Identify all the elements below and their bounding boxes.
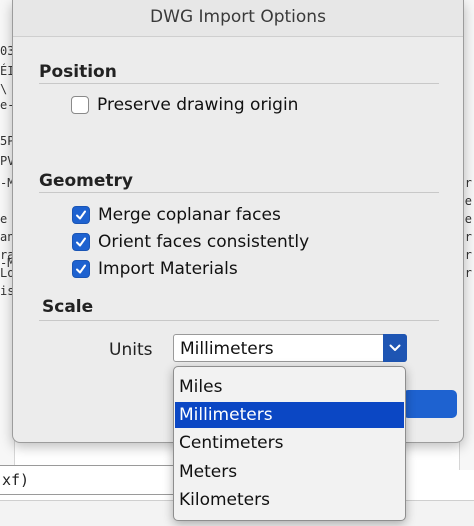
merge-coplanar-label: Merge coplanar faces bbox=[98, 205, 281, 225]
units-option-kilometers[interactable]: Kilometers bbox=[175, 487, 404, 513]
scale-heading: Scale bbox=[42, 297, 94, 317]
import-materials-checkbox-row[interactable]: Import Materials bbox=[72, 259, 238, 279]
import-materials-checkbox[interactable] bbox=[72, 260, 90, 278]
geometry-heading: Geometry bbox=[39, 171, 133, 191]
merge-coplanar-checkbox-row[interactable]: Merge coplanar faces bbox=[72, 205, 281, 225]
ok-button[interactable] bbox=[403, 390, 457, 418]
units-option-millimeters[interactable]: Millimeters bbox=[175, 402, 404, 428]
background-text-field[interactable]: xf) bbox=[0, 465, 186, 495]
preserve-origin-checkbox-row[interactable]: Preserve drawing origin bbox=[71, 95, 298, 115]
units-option-centimeters[interactable]: Centimeters bbox=[175, 430, 404, 456]
bg-text: r bbox=[464, 266, 472, 280]
checkmark-icon bbox=[76, 237, 86, 247]
units-select[interactable]: Millimeters bbox=[173, 334, 407, 362]
section-divider bbox=[39, 320, 439, 321]
units-option-miles[interactable]: Miles bbox=[175, 374, 404, 400]
checkmark-icon bbox=[76, 210, 86, 220]
bg-text: r bbox=[464, 230, 472, 244]
bg-text: e bbox=[0, 212, 8, 226]
units-label: Units bbox=[109, 340, 153, 360]
bg-field-text: xf) bbox=[2, 471, 30, 489]
section-divider bbox=[39, 83, 439, 84]
orient-faces-checkbox[interactable] bbox=[72, 233, 90, 251]
bg-text: r bbox=[464, 176, 472, 190]
orient-faces-label: Orient faces consistently bbox=[98, 232, 310, 252]
units-dropdown-menu: Miles Millimeters Centimeters Meters Kil… bbox=[173, 366, 406, 521]
preserve-origin-label: Preserve drawing origin bbox=[97, 95, 299, 115]
preserve-origin-checkbox[interactable] bbox=[71, 96, 89, 114]
units-select-value: Millimeters bbox=[180, 339, 274, 359]
import-materials-label: Import Materials bbox=[98, 259, 238, 279]
units-option-meters[interactable]: Meters bbox=[175, 459, 404, 485]
position-heading: Position bbox=[39, 62, 117, 82]
bg-text: e bbox=[464, 212, 472, 226]
dialog-title: DWG Import Options bbox=[13, 0, 463, 37]
bg-text: \ bbox=[0, 82, 8, 96]
checkmark-icon bbox=[76, 264, 86, 274]
section-divider bbox=[39, 192, 439, 193]
orient-faces-checkbox-row[interactable]: Orient faces consistently bbox=[72, 232, 309, 252]
bg-text: e bbox=[464, 194, 472, 208]
chevron-down-icon[interactable] bbox=[383, 334, 407, 362]
bg-text: r bbox=[464, 248, 472, 262]
merge-coplanar-checkbox[interactable] bbox=[72, 206, 90, 224]
